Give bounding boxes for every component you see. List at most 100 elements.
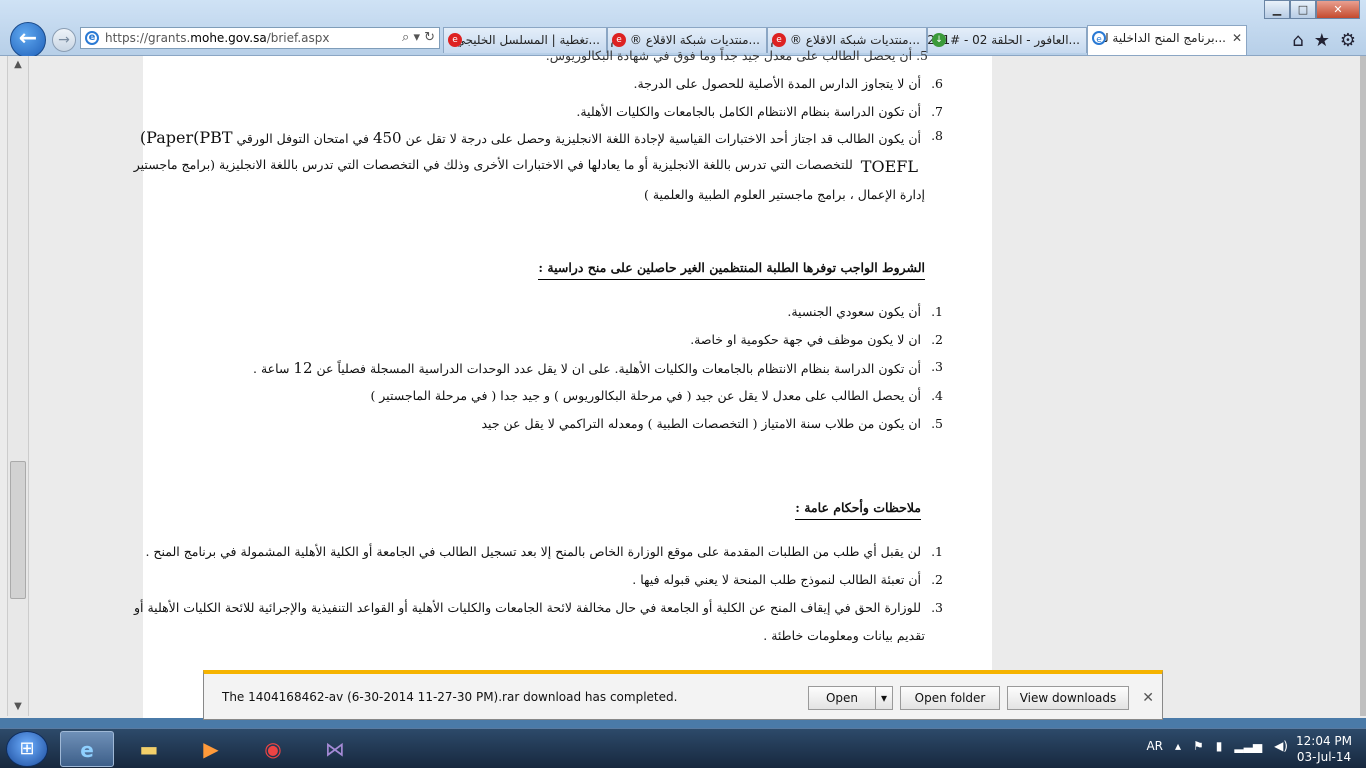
list-number: 5. <box>931 416 943 431</box>
list-text: أن يحصل الطالب على معدل لا يقل عن جيد ( … <box>370 388 921 403</box>
list-number: 8. <box>931 128 943 143</box>
list-item: 3. أن تكون الدراسة بنظام الانتظام بالجام… <box>253 359 943 377</box>
chrome-icon: ◉ <box>264 737 282 761</box>
home-icon[interactable]: ⌂ <box>1292 30 1303 51</box>
forward-button[interactable]: → <box>52 28 76 52</box>
scroll-thumb[interactable] <box>10 461 26 599</box>
tab-4[interactable]: ↓ ...العافور - الحلقة 02 - #201 <box>927 27 1087 53</box>
download-icon: ↓ <box>932 33 946 47</box>
system-tray: AR ▴ ⚑ ▮ ▂▃▅ ◀) <box>1146 739 1288 753</box>
item8-line1b: في امتحان التوفل الورقي <box>236 131 369 146</box>
list-number: 1. <box>931 304 943 319</box>
address-tools[interactable]: ⌕ ▾ ↻ <box>402 28 435 48</box>
address-bar[interactable]: e https://grants.mohe.gov.sa/brief.aspx … <box>80 27 440 49</box>
power-icon[interactable]: ▮ <box>1216 739 1223 753</box>
clock-time: 12:04 PM <box>1296 734 1352 748</box>
list-number: 4. <box>931 388 943 403</box>
section-heading-regular-students: الشروط الواجب توفرها الطلبة المنتظمين ال… <box>538 260 925 280</box>
list-item: 5. أن يحصل الطالب على معدل جيد جداً وما … <box>546 48 928 63</box>
minimize-button[interactable]: ▁ <box>1264 0 1290 19</box>
ie-icon: e <box>85 31 99 45</box>
tab-label: ...برنامج المنح الداخلية لل <box>1095 31 1226 45</box>
clock-date: 03-Jul-14 <box>1296 750 1352 764</box>
list-text: 5. أن يحصل الطالب على معدل جيد جداً وما … <box>545 48 928 63</box>
list-item-continued: تقديم بيانات ومعلومات خاطئة . <box>763 628 925 643</box>
taskbar-vs-button[interactable]: ⋈ <box>308 731 362 767</box>
list-text: ان يكون من طلاب سنة الامتياز ( التخصصات … <box>481 416 922 431</box>
list-number: 2. <box>931 332 943 347</box>
item8-toefl: TOEFL <box>860 157 918 176</box>
item8-line2: للتخصصات التي تدرس باللغة الانجليزية أو … <box>133 157 853 172</box>
list-text: ان لا يكون موظف في جهة حكومية او خاصة. <box>690 332 921 347</box>
list-item: 7. أن تكون الدراسة بنظام الانتظام الكامل… <box>576 104 943 119</box>
clock[interactable]: 12:04 PM 03-Jul-14 <box>1296 733 1352 765</box>
vertical-scrollbar[interactable]: ▲ ▼ <box>7 56 29 716</box>
list-number: 6. <box>931 76 943 91</box>
tab-label: ...العافور - الحلقة 02 - #201 <box>927 33 1080 47</box>
tab-label: ...منتديات شبكة الاقلاع ® - م <box>770 33 920 47</box>
list-item: 1. لن يقبل أي طلب من الطلبات المقدمة على… <box>145 544 943 559</box>
item8-paper: (Paper(PBT <box>139 128 233 147</box>
list-number: 2. <box>931 572 943 587</box>
url-prefix: https://grants. <box>105 31 191 45</box>
download-message: The 1404168462-av (6-30-2014 11-27-30 PM… <box>222 690 678 704</box>
ie-icon: e <box>1092 31 1106 45</box>
settings-icon[interactable]: ⚙ <box>1340 30 1356 51</box>
tab-label: ...منتديات شبكة الاقلاع ® - م <box>610 33 760 47</box>
tab-5-active[interactable]: e ...برنامج المنح الداخلية لل ✕ <box>1087 25 1247 55</box>
volume-icon[interactable]: ◀) <box>1274 739 1288 753</box>
list-text: تقديم بيانات ومعلومات خاطئة . <box>763 628 925 643</box>
close-window-button[interactable]: ✕ <box>1316 0 1360 19</box>
taskbar-ie-button[interactable]: e <box>60 731 114 767</box>
list-item: 6. أن لا يتجاوز الدارس المدة الأصلية للح… <box>633 76 943 91</box>
tray-expand-icon[interactable]: ▴ <box>1175 739 1181 753</box>
section-heading-notes: ملاحظات وأحكام عامة : <box>795 500 921 520</box>
open-button[interactable]: Open <box>808 686 876 710</box>
maximize-button[interactable]: □ <box>1290 0 1316 19</box>
list-text: أن تكون الدراسة بنظام الانتظام بالجامعات… <box>253 359 921 377</box>
ie-icon: e <box>80 738 94 762</box>
back-button[interactable]: ← <box>10 22 46 58</box>
taskbar-chrome-button[interactable]: ◉ <box>246 731 300 767</box>
page-edge <box>1360 56 1366 716</box>
folder-icon: ▬ <box>139 737 159 761</box>
list-item: 5. ان يكون من طلاب سنة الامتياز ( التخصص… <box>482 416 944 431</box>
start-button[interactable]: ⊞ <box>6 731 48 767</box>
open-folder-button[interactable]: Open folder <box>900 686 1000 710</box>
list-text: للوزارة الحق في إيقاف المنح عن الكلية أو… <box>134 600 921 615</box>
item8-score: 450 <box>372 129 402 147</box>
red-site-icon: e <box>448 33 462 47</box>
scroll-up-icon[interactable]: ▲ <box>8 56 28 74</box>
list-item: 4. أن يحصل الطالب على معدل لا يقل عن جيد… <box>370 388 943 403</box>
taskbar-media-button[interactable]: ▶ <box>184 731 238 767</box>
red-site-icon: e <box>772 33 786 47</box>
close-download-bar-icon[interactable]: ✕ <box>1142 690 1154 706</box>
open-dropdown-button[interactable]: ▾ <box>875 686 893 710</box>
taskbar-explorer-button[interactable]: ▬ <box>122 731 176 767</box>
windows-taskbar: ⊞ e ▬ ▶ ◉ ⋈ AR ▴ ⚑ ▮ ▂▃▅ ◀) 12:04 PM 03-… <box>0 728 1366 768</box>
list-number: 3. <box>931 359 943 374</box>
list-item: 2. ان لا يكون موظف في جهة حكومية او خاصة… <box>690 332 943 347</box>
list-text: أن يكون سعودي الجنسية. <box>787 304 921 319</box>
list-number: 1. <box>931 544 943 559</box>
action-center-icon[interactable]: ⚑ <box>1193 739 1204 753</box>
network-icon[interactable]: ▂▃▅ <box>1234 739 1262 753</box>
favorites-icon[interactable]: ★ <box>1314 30 1330 51</box>
list-item: 2. أن تعبئة الطالب لنموذج طلب المنحة لا … <box>632 572 943 587</box>
language-indicator[interactable]: AR <box>1146 739 1163 753</box>
list-number: 3. <box>931 600 943 615</box>
download-notification-bar: The 1404168462-av (6-30-2014 11-27-30 PM… <box>203 670 1163 720</box>
hours-number: 12 <box>293 359 313 377</box>
close-tab-icon[interactable]: ✕ <box>1232 26 1242 50</box>
article-content: 5. أن يحصل الطالب على معدل جيد جداً وما … <box>134 48 944 718</box>
list-number: 7. <box>931 104 943 119</box>
scroll-down-icon[interactable]: ▼ <box>8 698 28 716</box>
list-item: 1. أن يكون سعودي الجنسية. <box>787 304 943 319</box>
tab-label: ...تغطية | المسلسل الخليجي <box>455 33 600 47</box>
window-buttons: ▁ □ ✕ <box>1264 0 1360 20</box>
list-item-8-line2: TOEFL للتخصصات التي تدرس باللغة الانجليز… <box>134 157 918 176</box>
list-text: أن لا يتجاوز الدارس المدة الأصلية للحصول… <box>633 76 921 91</box>
list-text: أن تكون الدراسة بنظام الانتظام الكامل با… <box>576 104 921 119</box>
media-player-icon: ▶ <box>203 737 219 761</box>
view-downloads-button[interactable]: View downloads <box>1007 686 1129 710</box>
